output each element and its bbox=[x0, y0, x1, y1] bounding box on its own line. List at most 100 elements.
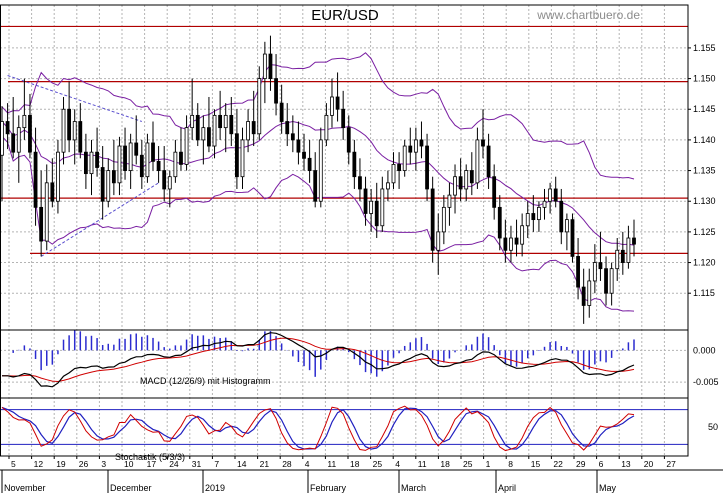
candle-body bbox=[548, 188, 553, 202]
candle-body bbox=[592, 262, 597, 282]
candle-body bbox=[296, 139, 301, 153]
candle-body bbox=[492, 176, 497, 208]
candle-body bbox=[402, 145, 407, 171]
candle-body bbox=[268, 53, 273, 79]
candle-body bbox=[564, 219, 569, 233]
x-tick-label: 27 bbox=[666, 459, 676, 469]
candle-body bbox=[61, 108, 66, 153]
x-tick-label: 21 bbox=[260, 459, 270, 469]
x-tick-label: 7 bbox=[214, 459, 219, 469]
candle-body bbox=[542, 200, 547, 208]
candle-body bbox=[134, 142, 139, 156]
candle-body bbox=[184, 127, 189, 165]
candle-body bbox=[318, 139, 323, 202]
candle-body bbox=[212, 114, 217, 147]
candle-body bbox=[16, 127, 21, 153]
candle-body bbox=[324, 114, 329, 141]
watermark: www.chartbuero.de bbox=[536, 8, 640, 22]
candle-body bbox=[290, 133, 295, 141]
candle-body bbox=[313, 170, 318, 202]
candle-body bbox=[576, 256, 580, 288]
candle-body bbox=[503, 237, 508, 251]
candle-body bbox=[570, 219, 575, 257]
x-tick-label: 22 bbox=[553, 459, 563, 469]
candle-body bbox=[145, 142, 150, 178]
candle-body bbox=[95, 151, 99, 168]
candle-body bbox=[514, 237, 519, 245]
candle-body bbox=[162, 170, 167, 190]
candle-body bbox=[28, 114, 32, 153]
candle-body bbox=[100, 167, 105, 202]
x-tick-label: 31 bbox=[192, 459, 202, 469]
x-tick-label: 14 bbox=[237, 459, 247, 469]
y-tick-label: 1.120 bbox=[693, 258, 716, 268]
x-tick-label: 15 bbox=[531, 459, 541, 469]
candle-body bbox=[139, 154, 144, 178]
candle-body bbox=[520, 225, 525, 245]
macd-label: MACD (12/26/9) mit Histogramm bbox=[140, 376, 271, 386]
candle-body bbox=[302, 151, 306, 159]
candle-body bbox=[458, 176, 463, 190]
stochastic-panel bbox=[0, 405, 688, 452]
month-label: December bbox=[110, 483, 152, 493]
candle-body bbox=[469, 170, 474, 184]
candle-body bbox=[581, 286, 586, 306]
month-label: 2019 bbox=[205, 483, 225, 493]
x-tick-label: 1 bbox=[486, 459, 491, 469]
candle-body bbox=[620, 249, 625, 263]
candle-body bbox=[447, 194, 452, 208]
candle-body bbox=[475, 139, 480, 184]
x-tick-label: 11 bbox=[327, 459, 336, 469]
x-tick-label: 5 bbox=[11, 459, 16, 469]
candle-body bbox=[341, 108, 346, 129]
candle-body bbox=[151, 142, 155, 162]
candle-body bbox=[397, 164, 401, 171]
candle-body bbox=[346, 127, 351, 153]
candle-body bbox=[481, 139, 485, 147]
candle-body bbox=[307, 157, 312, 171]
candle-body bbox=[408, 145, 413, 153]
y-tick-label: 1.130 bbox=[693, 196, 716, 206]
x-tick-label: 12 bbox=[34, 459, 44, 469]
candle-body bbox=[553, 188, 558, 202]
candle-body bbox=[279, 102, 284, 122]
candle-body bbox=[167, 176, 172, 190]
y-tick-label: 1.115 bbox=[693, 288, 715, 298]
candle-body bbox=[190, 114, 195, 129]
macd-panel bbox=[2, 329, 635, 388]
candle-body bbox=[33, 151, 38, 208]
y-tick-label: 1.135 bbox=[693, 166, 716, 176]
candle-body bbox=[425, 145, 429, 190]
month-label: February bbox=[310, 483, 347, 493]
y-tick-label: 1.155 bbox=[693, 43, 716, 53]
candle-body bbox=[56, 151, 60, 202]
x-tick-label: 13 bbox=[621, 459, 631, 469]
candle-body bbox=[11, 133, 16, 153]
candle-body bbox=[78, 121, 83, 153]
y-tick-label: -0.005 bbox=[693, 377, 719, 387]
candle-body bbox=[106, 170, 111, 202]
candle-body bbox=[374, 200, 379, 227]
candle-body bbox=[615, 249, 620, 270]
candle-body bbox=[235, 133, 239, 178]
y-tick-label: 1.150 bbox=[693, 74, 716, 84]
candle-body bbox=[380, 188, 385, 227]
y-tick-label: 50 bbox=[708, 422, 718, 432]
candle-body bbox=[352, 151, 357, 178]
candle-body bbox=[218, 114, 223, 129]
candle-body bbox=[251, 121, 256, 135]
candle-body bbox=[44, 182, 49, 242]
candle-body bbox=[391, 164, 396, 184]
candle-body bbox=[509, 237, 513, 251]
panel-frames bbox=[0, 4, 723, 471]
candle-body bbox=[441, 206, 446, 233]
candle-body bbox=[207, 127, 211, 147]
candle-body bbox=[39, 206, 44, 242]
bollinger-bands bbox=[1, 52, 635, 312]
chart-title: EUR/USD bbox=[311, 7, 379, 24]
eurusd-chart: 5 12 19 26 3 10 17 24 31 7 14 21 28 4 11 18 25 4 11 18 25 1 8 1… bbox=[0, 0, 723, 493]
candle-body bbox=[223, 114, 228, 129]
month-label: March bbox=[401, 483, 426, 493]
x-tick-label: 18 bbox=[350, 459, 360, 469]
x-tick-label: 11 bbox=[418, 459, 427, 469]
